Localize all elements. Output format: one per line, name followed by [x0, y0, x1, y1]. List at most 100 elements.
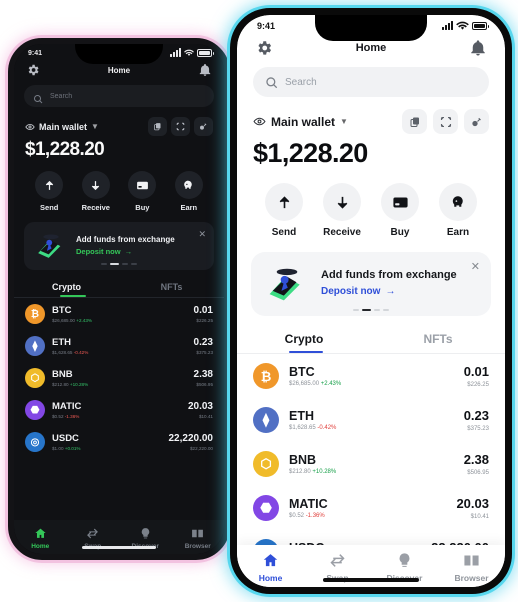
coin-symbol: BNB [52, 369, 73, 381]
wallet-selector[interactable]: Main wallet ▼ [253, 115, 348, 129]
list-item[interactable]: ₿ BTC $26,685.00 +2.43% 0.01 $226.25 [253, 354, 489, 398]
list-item[interactable]: ⧫ ETH $1,628.65 -0.42% 0.23 $375.23 [25, 330, 213, 362]
coin-amount: 0.23 [463, 408, 489, 424]
action-label: Receive [323, 227, 361, 238]
screenshot-stage: 9:41 Home Search Main wallet ▼ $1,228.20… [0, 0, 518, 602]
wallet-selector[interactable]: Main wallet ▼ [25, 122, 99, 132]
nav-item-browser[interactable]: Browser [172, 527, 225, 550]
battery-icon [472, 22, 489, 30]
wallet-row: Main wallet ▼ [237, 97, 505, 134]
close-icon[interactable]: ✕ [198, 230, 206, 239]
gear-icon[interactable] [26, 63, 40, 77]
coin-price: $1,628.65 -0.42% [52, 349, 89, 355]
tab-nfts[interactable]: NFTs [371, 332, 505, 353]
wallet-name: Main wallet [271, 114, 336, 129]
wifi-icon [184, 49, 194, 56]
coin-symbol: BTC [52, 305, 72, 317]
copy-icon[interactable] [402, 109, 427, 134]
list-item[interactable]: ⬡ BNB $212.80 +10.28% 2.38 $506.95 [253, 442, 489, 486]
list-item[interactable]: ⧫ ETH $1,628.65 -0.42% 0.23 $375.23 [253, 398, 489, 442]
bell-icon[interactable] [469, 39, 487, 57]
coin-logo: ₿ [253, 363, 279, 389]
coin-amount: 20.03 [456, 496, 489, 512]
deposit-link-label: Deposit now [76, 246, 121, 256]
action-earn[interactable]: Earn [439, 183, 477, 238]
action-earn[interactable]: Earn [174, 171, 203, 212]
promo-banner[interactable]: Add funds from exchange Deposit now → ✕ [251, 252, 491, 316]
list-item[interactable]: ⬣ MATIC $0.52 -1.36% 20.03 $10.41 [253, 486, 489, 530]
coin-price: $0.52 -1.36% [289, 513, 325, 520]
status-bar: 9:41 [237, 15, 505, 31]
lightbulb-icon [141, 528, 150, 539]
deposit-now-link[interactable]: Deposit now → [321, 286, 479, 297]
banner-title: Add funds from exchange [321, 269, 457, 281]
phone-dark: 9:41 Home Search Main wallet ▼ $1,228.20… [8, 38, 230, 560]
action-buy[interactable]: Buy [381, 183, 419, 238]
eye-icon [253, 115, 266, 128]
wallet-name: Main wallet [39, 121, 88, 132]
nav-item-home[interactable]: Home [14, 527, 67, 550]
tab-nfts[interactable]: NFTs [119, 282, 224, 297]
lightbulb-icon [399, 553, 410, 567]
coin-logo: ⬡ [25, 368, 45, 388]
copy-icon[interactable] [148, 117, 167, 136]
search-icon [265, 76, 278, 89]
status-time: 9:41 [257, 21, 276, 31]
scan-qr-icon[interactable] [171, 117, 190, 136]
phone-deposit-illustration [33, 231, 69, 259]
nav-item-browser[interactable]: Browser [438, 552, 505, 583]
quick-actions: Send Receive Buy Earn [14, 161, 224, 212]
coin-amount: 2.38 [463, 452, 489, 468]
coin-price: $0.52 -1.36% [52, 413, 80, 419]
nav-label: Browser [454, 573, 489, 583]
scan-qr-icon[interactable] [433, 109, 458, 134]
status-bar: 9:41 [14, 44, 224, 57]
coin-amount: 22,220.00 [168, 432, 214, 444]
action-label: Send [40, 203, 59, 212]
bell-icon[interactable] [198, 63, 212, 77]
action-label: Buy [135, 203, 150, 212]
list-item[interactable]: ⬣ MATIC $0.52 -1.36% 20.03 $10.41 [25, 394, 213, 426]
coin-price: $1,628.65 -0.42% [289, 425, 337, 432]
nav-label: Home [31, 543, 50, 550]
phone-light: 9:41 Home Search Main wallet ▼ $1,228.20… [230, 8, 512, 594]
coin-price: $212.80 +10.28% [289, 469, 337, 476]
nav-item-home[interactable]: Home [237, 552, 304, 583]
tab-crypto[interactable]: Crypto [237, 332, 371, 353]
arrow-down-icon [81, 171, 110, 199]
search-input[interactable]: Search [253, 67, 489, 97]
coin-logo: ⬣ [25, 400, 45, 420]
wallet-balance: $1,228.20 [253, 138, 368, 168]
coin-logo: ₿ [25, 304, 45, 324]
coin-symbol: MATIC [289, 496, 328, 511]
phone-deposit-illustration [263, 264, 311, 302]
action-send[interactable]: Send [35, 171, 64, 212]
list-item[interactable]: ₿ BTC $26,685.00 +2.43% 0.01 $226.25 [25, 298, 213, 330]
gear-icon[interactable] [255, 39, 273, 57]
home-indicator [323, 578, 419, 582]
arrow-right-icon: → [385, 286, 396, 297]
coin-fiat: $226.25 [467, 381, 489, 388]
connect-link-icon[interactable] [464, 109, 489, 134]
deposit-now-link[interactable]: Deposit now → [76, 247, 205, 256]
connect-link-icon[interactable] [194, 117, 213, 136]
home-icon [35, 528, 46, 538]
action-label: Earn [446, 227, 470, 238]
promo-banner[interactable]: Add funds from exchange Deposit now → ✕ [24, 222, 214, 270]
list-item[interactable]: ⬡ BNB $212.80 +10.28% 2.38 $506.95 [25, 362, 213, 394]
list-item[interactable]: ◎ USDC $1.00 +0.01% 22,220.00 $22,220.00 [25, 426, 213, 458]
status-time: 9:41 [28, 49, 43, 57]
action-receive[interactable]: Receive [82, 171, 110, 212]
tab-underline [289, 350, 323, 353]
action-buy[interactable]: Buy [128, 171, 157, 212]
page-title: Home [355, 42, 387, 54]
search-input[interactable]: Search [24, 85, 214, 107]
coin-fiat: $22,220.00 [190, 446, 213, 452]
chevron-down-icon: ▼ [91, 122, 99, 131]
coin-symbol: MATIC [52, 401, 82, 413]
arrow-down-icon [323, 183, 361, 221]
coin-fiat: $375.23 [467, 425, 489, 432]
close-icon[interactable]: ✕ [471, 262, 480, 273]
action-receive[interactable]: Receive [323, 183, 361, 238]
action-send[interactable]: Send [265, 183, 303, 238]
